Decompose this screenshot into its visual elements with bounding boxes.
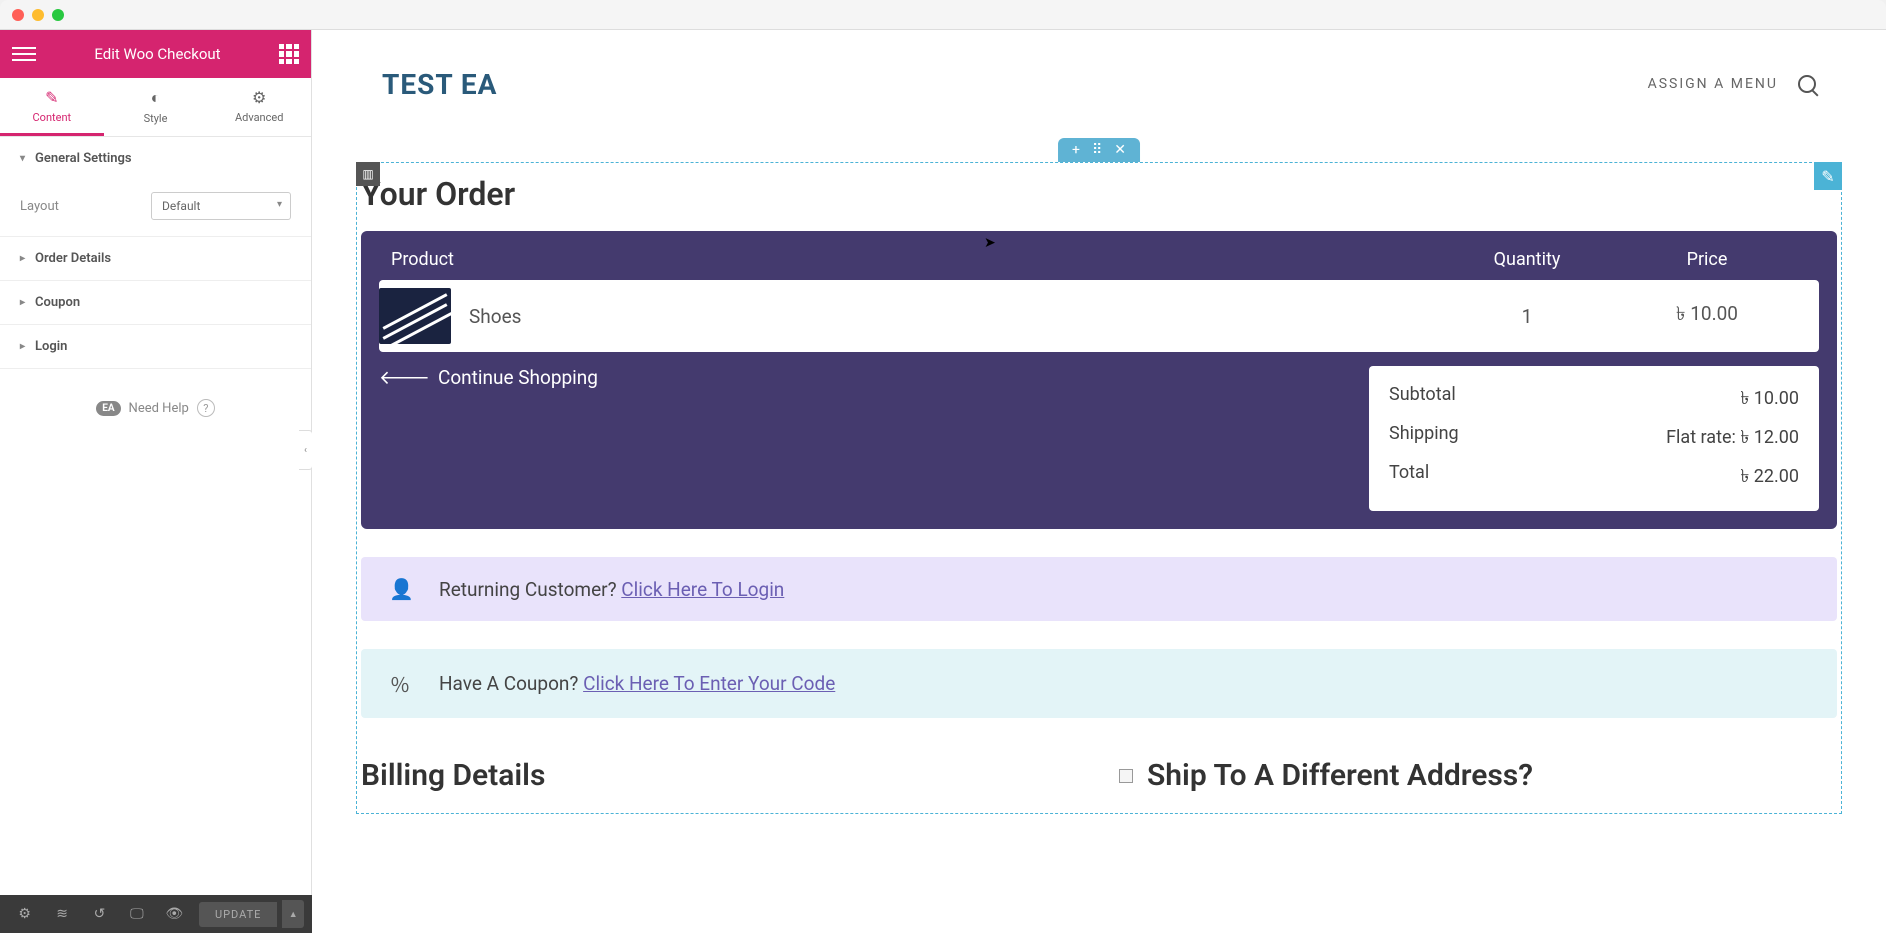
col-product: Product bbox=[391, 249, 1447, 270]
caret-down-icon: ▾ bbox=[20, 153, 25, 164]
product-image bbox=[379, 288, 451, 344]
editor-sidebar: Edit Woo Checkout ✎ Content ◐ Style ⚙ Ad… bbox=[0, 30, 312, 933]
order-row: Shoes 1 ৳ 10.00 bbox=[379, 280, 1819, 352]
layout-label: Layout bbox=[20, 199, 59, 214]
history-icon[interactable]: ↺ bbox=[83, 899, 116, 929]
section-controls-tab: + ⠿ ✕ bbox=[1058, 138, 1140, 162]
coupon-notice: ％ Have A Coupon? Click Here To Enter You… bbox=[361, 649, 1837, 718]
subtotal-label: Subtotal bbox=[1389, 384, 1456, 415]
order-summary-box: Product Quantity Price Shoes 1 ৳ 10.00 bbox=[361, 231, 1837, 529]
drag-section-icon[interactable]: ⠿ bbox=[1092, 142, 1102, 158]
layout-select[interactable]: Default bbox=[151, 192, 291, 220]
continue-shopping-label: Continue Shopping bbox=[438, 366, 598, 389]
caret-right-icon: ▸ bbox=[20, 341, 25, 352]
gear-icon: ⚙ bbox=[207, 88, 311, 107]
ship-different-checkbox[interactable] bbox=[1119, 769, 1133, 783]
window-titlebar bbox=[0, 0, 1886, 30]
site-title[interactable]: TEST EA bbox=[382, 68, 497, 101]
col-price: Price bbox=[1607, 249, 1807, 270]
sidebar-title: Edit Woo Checkout bbox=[36, 45, 279, 63]
update-options-button[interactable]: ▲ bbox=[282, 900, 304, 928]
column-handle-icon[interactable]: ▥ bbox=[356, 162, 380, 186]
subtotal-value: ৳ 10.00 bbox=[1740, 384, 1799, 415]
section-coupon-label: Coupon bbox=[35, 295, 80, 310]
settings-icon[interactable]: ⚙ bbox=[8, 899, 41, 929]
caret-right-icon: ▸ bbox=[20, 297, 25, 308]
navigator-icon[interactable]: ≋ bbox=[45, 899, 78, 929]
widget-container[interactable]: ▥ ✎ Your Order Product Quantity Price Sh… bbox=[356, 162, 1842, 814]
site-header: TEST EA ASSIGN A MENU bbox=[312, 30, 1886, 138]
login-link[interactable]: Click Here To Login bbox=[621, 578, 784, 601]
sidebar-tabs: ✎ Content ◐ Style ⚙ Advanced bbox=[0, 78, 311, 137]
header-menu-area: ASSIGN A MENU bbox=[1648, 75, 1816, 93]
tab-advanced[interactable]: ⚙ Advanced bbox=[207, 78, 311, 136]
continue-shopping-link[interactable]: 🡐 Continue Shopping bbox=[379, 366, 598, 389]
ea-badge-icon: EA bbox=[96, 401, 120, 416]
billing-shipping-row: Billing Details Ship To A Different Addr… bbox=[361, 758, 1837, 793]
hamburger-icon[interactable] bbox=[12, 42, 36, 66]
section-login: ▸ Login bbox=[0, 325, 311, 369]
tab-style[interactable]: ◐ Style bbox=[104, 78, 208, 136]
arrow-left-icon: 🡐 bbox=[379, 366, 430, 389]
need-help[interactable]: EA Need Help ? bbox=[0, 369, 311, 447]
contrast-icon: ◐ bbox=[104, 88, 208, 108]
pencil-icon: ✎ bbox=[0, 88, 104, 107]
sidebar-collapse-handle[interactable]: ‹ bbox=[299, 430, 313, 470]
section-coupon-header[interactable]: ▸ Coupon bbox=[0, 281, 311, 324]
login-notice: 👤 Returning Customer? Click Here To Logi… bbox=[361, 557, 1837, 621]
window-minimize-icon[interactable] bbox=[32, 9, 44, 21]
assign-menu-link[interactable]: ASSIGN A MENU bbox=[1648, 76, 1778, 92]
shipping-label: Shipping bbox=[1389, 423, 1459, 454]
tab-content[interactable]: ✎ Content bbox=[0, 78, 104, 136]
window-close-icon[interactable] bbox=[12, 9, 24, 21]
order-title: Your Order bbox=[361, 175, 1841, 213]
billing-title: Billing Details bbox=[361, 758, 1079, 793]
product-name: Shoes bbox=[469, 305, 521, 328]
total-value: ৳ 22.00 bbox=[1740, 462, 1799, 493]
total-label: Total bbox=[1389, 462, 1429, 493]
preview-icon[interactable]: 👁 bbox=[158, 899, 191, 929]
edit-widget-button[interactable]: ✎ bbox=[1814, 162, 1842, 190]
product-price: ৳ 10.00 bbox=[1607, 300, 1807, 332]
section-general: ▾ General Settings Layout Default bbox=[0, 137, 311, 237]
coupon-notice-text: Have A Coupon? bbox=[439, 672, 583, 695]
user-icon: 👤 bbox=[389, 577, 411, 601]
section-coupon: ▸ Coupon bbox=[0, 281, 311, 325]
editor-footer: ⚙ ≋ ↺ 🖵 👁 UPDATE ▲ bbox=[0, 895, 312, 933]
shipping-title-row: Ship To A Different Address? bbox=[1119, 758, 1837, 793]
sidebar-header: Edit Woo Checkout bbox=[0, 30, 311, 78]
tab-advanced-label: Advanced bbox=[235, 111, 283, 124]
add-section-icon[interactable]: + bbox=[1072, 142, 1080, 158]
window-zoom-icon[interactable] bbox=[52, 9, 64, 21]
help-icon: ? bbox=[197, 399, 215, 417]
caret-right-icon: ▸ bbox=[20, 253, 25, 264]
search-icon[interactable] bbox=[1798, 75, 1816, 93]
update-button[interactable]: UPDATE bbox=[199, 902, 277, 927]
percent-icon: ％ bbox=[389, 669, 411, 698]
responsive-icon[interactable]: 🖵 bbox=[120, 899, 153, 929]
order-table-header: Product Quantity Price bbox=[379, 231, 1819, 280]
tab-style-label: Style bbox=[144, 112, 168, 125]
preview-canvas: TEST EA ASSIGN A MENU + ⠿ ✕ ▥ ✎ Your Ord… bbox=[312, 30, 1886, 933]
apps-grid-icon[interactable] bbox=[279, 44, 299, 64]
section-general-label: General Settings bbox=[35, 151, 132, 166]
totals-box: Subtotal ৳ 10.00 Shipping Flat rate: ৳ 12.… bbox=[1369, 366, 1819, 511]
section-order-details: ▸ Order Details bbox=[0, 237, 311, 281]
coupon-link[interactable]: Click Here To Enter Your Code bbox=[583, 672, 835, 695]
product-qty: 1 bbox=[1447, 305, 1607, 328]
shipping-title[interactable]: Ship To A Different Address? bbox=[1147, 758, 1533, 793]
login-notice-text: Returning Customer? bbox=[439, 578, 621, 601]
section-order-details-label: Order Details bbox=[35, 251, 111, 266]
section-order-details-header[interactable]: ▸ Order Details bbox=[0, 237, 311, 280]
need-help-label: Need Help bbox=[129, 401, 189, 416]
section-login-header[interactable]: ▸ Login bbox=[0, 325, 311, 368]
section-general-body: Layout Default bbox=[0, 180, 311, 236]
tab-content-label: Content bbox=[33, 111, 72, 124]
close-section-icon[interactable]: ✕ bbox=[1114, 142, 1126, 158]
col-quantity: Quantity bbox=[1447, 249, 1607, 270]
shipping-value: Flat rate: ৳ 12.00 bbox=[1666, 423, 1799, 454]
section-general-header[interactable]: ▾ General Settings bbox=[0, 137, 311, 180]
section-login-label: Login bbox=[35, 339, 67, 354]
